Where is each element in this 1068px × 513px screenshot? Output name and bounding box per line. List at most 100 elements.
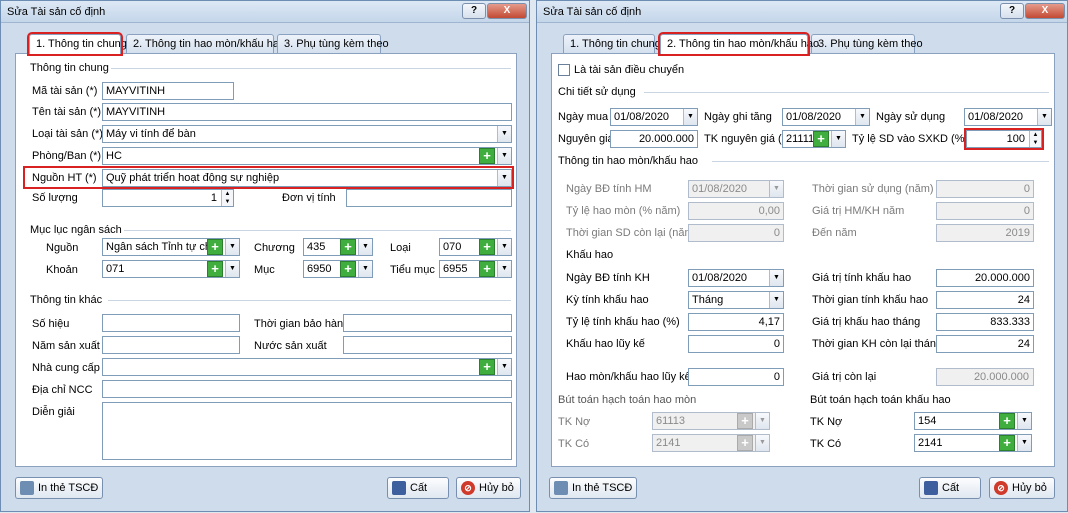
- add-icon[interactable]: +: [340, 239, 356, 255]
- cancel-button[interactable]: ⊘ Hủy bỏ: [456, 477, 521, 499]
- window-title: Sửa Tài sản cố định: [7, 6, 106, 18]
- chevron-down-icon[interactable]: ▼: [358, 261, 372, 277]
- chevron-down-icon[interactable]: ▼: [497, 170, 511, 186]
- chevron-down-icon[interactable]: ▼: [855, 109, 869, 125]
- chevron-down-icon[interactable]: ▼: [225, 239, 239, 255]
- record-date-picker[interactable]: 01/08/2020 ▼: [782, 108, 870, 126]
- chevron-down-icon[interactable]: ▼: [497, 261, 511, 277]
- chevron-down-icon[interactable]: ▼: [497, 148, 511, 164]
- print-card-button[interactable]: In thẻ TSCĐ: [549, 477, 637, 499]
- chevron-down-icon[interactable]: ▼: [225, 261, 239, 277]
- asset-name-input[interactable]: MAYVITINH: [102, 103, 512, 121]
- tab-depreciation[interactable]: 2. Thông tin hao mòn/khấu hao: [126, 34, 285, 53]
- spin-icon[interactable]: ▲ ▼: [1029, 131, 1041, 147]
- dep-credit-select[interactable]: 2141 + ▼: [914, 434, 1032, 452]
- type-select[interactable]: 070 + ▼: [439, 238, 512, 256]
- residual-input: 20.000.000: [936, 368, 1034, 386]
- add-icon[interactable]: +: [479, 239, 495, 255]
- close-button[interactable]: X: [1025, 3, 1065, 19]
- section-label: Mục: [254, 264, 275, 276]
- chevron-down-icon[interactable]: ▼: [1017, 413, 1031, 429]
- supplier-address-input[interactable]: [102, 380, 512, 398]
- department-select[interactable]: HC + ▼: [102, 147, 512, 165]
- add-icon[interactable]: +: [999, 435, 1015, 451]
- wear-rate-label: Tỷ lệ hao mòn (% năm): [566, 205, 681, 217]
- dep-remaining-input[interactable]: 24: [936, 335, 1034, 353]
- chevron-down-icon[interactable]: ▼: [497, 239, 511, 255]
- tab-accessories[interactable]: 3. Phụ tùng kèm theo: [811, 34, 923, 53]
- serial-input[interactable]: [102, 314, 240, 332]
- asset-type-select[interactable]: Máy vi tính để bàn ▼: [102, 125, 512, 143]
- tab-accessories[interactable]: 3. Phụ tùng kèm theo: [277, 34, 389, 53]
- tab-general[interactable]: 1. Thông tin chung: [563, 34, 661, 53]
- buy-date-label: Ngày mua: [558, 111, 609, 123]
- add-icon[interactable]: +: [813, 131, 829, 147]
- chevron-down-icon[interactable]: ▼: [769, 270, 783, 286]
- add-icon[interactable]: +: [207, 261, 223, 277]
- ratio-label: Tỷ lệ SD vào SXKD (%): [852, 133, 969, 145]
- cancel-button[interactable]: ⊘ Hủy bỏ: [989, 477, 1055, 499]
- quantity-stepper[interactable]: 1 ▲ ▼: [102, 189, 234, 207]
- spin-icon[interactable]: ▲ ▼: [221, 190, 233, 206]
- help-button[interactable]: ?: [1000, 3, 1024, 19]
- chevron-down-icon[interactable]: ▼: [497, 126, 511, 142]
- save-button[interactable]: Cất: [387, 477, 449, 499]
- dep-monthly-input[interactable]: 833.333: [936, 313, 1034, 331]
- dep-base-input[interactable]: 20.000.000: [936, 269, 1034, 287]
- chevron-down-icon[interactable]: ▼: [769, 292, 783, 308]
- add-icon[interactable]: +: [207, 239, 223, 255]
- dep-start-date-picker[interactable]: 01/08/2020 ▼: [688, 269, 784, 287]
- wear-accum-input[interactable]: 0: [688, 368, 784, 386]
- subsection-select[interactable]: 6955 + ▼: [439, 260, 512, 278]
- dep-accum-input[interactable]: 0: [688, 335, 784, 353]
- item-select[interactable]: 071 + ▼: [102, 260, 240, 278]
- add-supplier-icon[interactable]: +: [479, 359, 495, 375]
- chevron-down-icon[interactable]: ▼: [497, 359, 511, 375]
- budget-source-select[interactable]: Ngân sách Tỉnh tự chủ + ▼: [102, 238, 240, 256]
- chapter-select[interactable]: 435 + ▼: [303, 238, 373, 256]
- dep-debit-select[interactable]: 154 + ▼: [914, 412, 1032, 430]
- tab-depreciation[interactable]: 2. Thông tin hao mòn/khấu hao: [658, 32, 819, 56]
- add-icon[interactable]: +: [479, 261, 495, 277]
- country-input[interactable]: [343, 336, 512, 354]
- year-input[interactable]: [102, 336, 240, 354]
- help-button[interactable]: ?: [462, 3, 486, 19]
- print-icon: [20, 481, 34, 495]
- use-date-picker[interactable]: 01/08/2020 ▼: [964, 108, 1052, 126]
- unit-label: Đơn vị tính: [282, 192, 336, 204]
- source-select[interactable]: Quỹ phát triển hoạt động sự nghiệp ▼: [102, 169, 512, 187]
- note-textarea[interactable]: [102, 402, 512, 460]
- warranty-label: Thời gian bảo hành: [254, 318, 350, 330]
- supplier-select[interactable]: + ▼: [102, 358, 512, 376]
- chevron-down-icon[interactable]: ▼: [1037, 109, 1051, 125]
- chevron-down-icon[interactable]: ▼: [683, 109, 697, 125]
- section-select[interactable]: 6950 + ▼: [303, 260, 373, 278]
- chevron-down-icon: ▼: [755, 413, 769, 429]
- cost-account-select[interactable]: 21111 + ▼: [782, 130, 846, 148]
- cost-input[interactable]: 20.000.000: [610, 130, 698, 148]
- print-card-button[interactable]: In thẻ TSCĐ: [15, 477, 103, 499]
- add-icon[interactable]: +: [340, 261, 356, 277]
- dep-time-input[interactable]: 24: [936, 291, 1034, 309]
- wear-value-input: 0: [936, 202, 1034, 220]
- chevron-down-icon[interactable]: ▼: [358, 239, 372, 255]
- chevron-down-icon[interactable]: ▼: [831, 131, 845, 147]
- add-department-icon[interactable]: +: [479, 148, 495, 164]
- buy-date-picker[interactable]: 01/08/2020 ▼: [610, 108, 698, 126]
- quantity-label: Số lượng: [32, 192, 78, 204]
- close-button[interactable]: X: [487, 3, 527, 19]
- depreciation-heading: Khấu hao: [566, 249, 614, 261]
- dep-rate-input[interactable]: 4,17: [688, 313, 784, 331]
- chevron-down-icon[interactable]: ▼: [1017, 435, 1031, 451]
- save-button[interactable]: Cất: [919, 477, 981, 499]
- asset-code-input[interactable]: MAYVITINH: [102, 82, 234, 100]
- wear-credit-select: 2141 + ▼: [652, 434, 770, 452]
- transfer-checkbox[interactable]: [558, 64, 570, 76]
- dep-time-label: Thời gian tính khấu hao: [812, 294, 929, 306]
- add-icon[interactable]: +: [999, 413, 1015, 429]
- tab-general[interactable]: 1. Thông tin chung: [27, 32, 127, 56]
- warranty-input[interactable]: [343, 314, 512, 332]
- unit-input[interactable]: [346, 189, 512, 207]
- ratio-stepper[interactable]: 100 ▲ ▼: [964, 128, 1044, 150]
- dep-period-select[interactable]: Tháng ▼: [688, 291, 784, 309]
